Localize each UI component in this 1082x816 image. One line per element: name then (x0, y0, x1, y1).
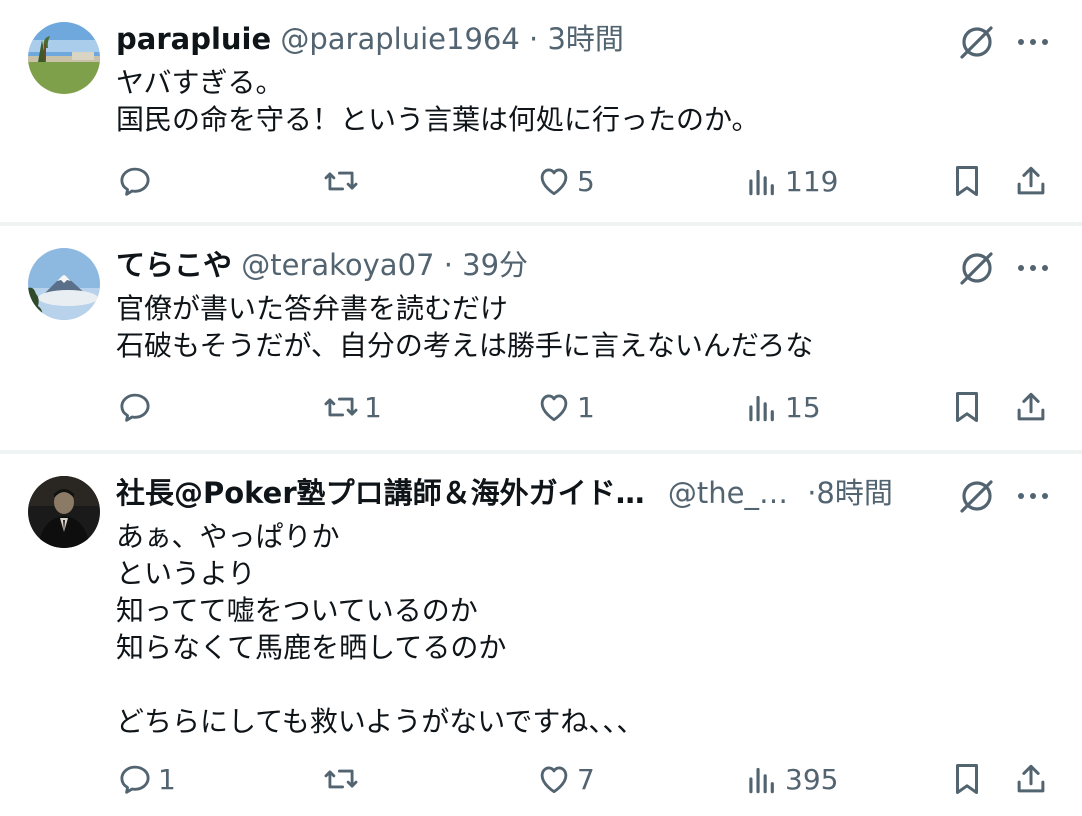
bookmark-button[interactable] (948, 385, 986, 429)
heart-icon (535, 388, 573, 426)
share-icon (1012, 760, 1050, 798)
like-button[interactable]: 7 (535, 757, 595, 801)
reply-button[interactable] (116, 159, 158, 203)
timestamp[interactable]: 3時間 (547, 22, 623, 56)
tweet[interactable]: parapluie @parapluie1964 · 3時間 ヤバすぎる。 国民… (0, 0, 1082, 222)
retweet-icon (322, 760, 360, 798)
action-bar: 5 119 (0, 159, 1082, 203)
share-icon (1012, 388, 1050, 426)
like-count: 5 (577, 164, 595, 198)
share-button[interactable] (1012, 159, 1050, 203)
reply-icon (116, 760, 154, 798)
action-bar: 1 1 15 (0, 385, 1082, 429)
bookmark-button[interactable] (948, 159, 986, 203)
tweet-line: というより (116, 557, 256, 590)
tweet-line: 官僚が書いた答弁書を読むだけ (116, 292, 509, 325)
more-icon[interactable] (1015, 24, 1051, 60)
tweet-line (116, 666, 644, 703)
views-button[interactable]: 395 (743, 757, 838, 801)
avatar[interactable] (28, 476, 100, 548)
reply-icon (116, 162, 154, 200)
separator-dot: · (529, 22, 539, 56)
author-name[interactable]: 社長@Poker塾プロ講師＆海外ガイド… (116, 476, 645, 510)
avatar[interactable] (28, 22, 100, 94)
more-icon[interactable] (1015, 250, 1051, 286)
grok-icon[interactable] (957, 248, 997, 288)
avatar[interactable] (28, 248, 100, 320)
grok-icon[interactable] (957, 476, 997, 516)
author-name[interactable]: parapluie (116, 22, 271, 56)
views-button[interactable]: 15 (743, 385, 821, 429)
more-icon[interactable] (1015, 478, 1051, 514)
views-icon (743, 388, 781, 426)
tweet-line: 知ってて嘘をついているのか (116, 594, 478, 627)
author-handle[interactable]: @the_… (668, 476, 788, 510)
bookmark-icon (948, 388, 986, 426)
timestamp[interactable]: 8時間 (816, 476, 892, 510)
reply-button[interactable] (116, 385, 158, 429)
author-name[interactable]: てらこや (116, 248, 232, 282)
grok-icon[interactable] (957, 22, 997, 62)
reply-icon (116, 388, 154, 426)
views-count: 15 (785, 390, 821, 424)
retweet-icon (322, 388, 360, 426)
heart-icon (535, 162, 573, 200)
share-icon (1012, 162, 1050, 200)
reply-button[interactable]: 1 (116, 757, 176, 801)
views-count: 395 (785, 762, 839, 796)
heart-icon (535, 760, 573, 798)
like-button[interactable]: 5 (535, 159, 595, 203)
like-button[interactable]: 1 (535, 385, 595, 429)
action-bar: 1 7 395 (0, 757, 1082, 801)
reply-count: 1 (158, 762, 176, 796)
retweet-icon (322, 162, 360, 200)
author-handle[interactable]: @terakoya07 (241, 248, 434, 282)
retweet-button[interactable] (322, 159, 364, 203)
retweet-button[interactable]: 1 (322, 385, 382, 429)
like-count: 1 (577, 390, 595, 424)
views-icon (743, 162, 781, 200)
tweet-line: 国民の命を守る！という言葉は何処に行ったのか。 (116, 103, 760, 136)
retweet-button[interactable] (322, 757, 364, 801)
tweet-line: ヤバすぎる。 (116, 66, 284, 99)
bookmark-icon (948, 760, 986, 798)
like-count: 7 (577, 762, 595, 796)
tweet-text: あぁ、やっぱりか というより 知ってて嘘をついているのか 知らなくて馬鹿を晒して… (116, 518, 644, 740)
share-button[interactable] (1012, 757, 1050, 801)
separator-dot: · (443, 248, 453, 282)
tweet-line: 知らなくて馬鹿を晒してるのか (116, 631, 507, 664)
tweet-line: どちらにしても救いようがないですね、、、 (116, 705, 645, 738)
share-button[interactable] (1012, 385, 1050, 429)
tweet-text: ヤバすぎる。 国民の命を守る！という言葉は何処に行ったのか。 (116, 64, 759, 138)
tweet-text: 官僚が書いた答弁書を読むだけ 石破もそうだが、自分の考えは勝手に言えないんだろな (116, 290, 813, 364)
tweet[interactable]: てらこや @terakoya07 · 39分 官僚が書いた答弁書を読むだけ 石破… (0, 226, 1082, 450)
tweet[interactable]: 社長@Poker塾プロ講師＆海外ガイド… @the_… ·8時間 あぁ、やっぱり… (0, 454, 1082, 816)
timestamp[interactable]: 39分 (462, 248, 528, 282)
tweet-line: あぁ、やっぱりか (116, 520, 340, 553)
bookmark-icon (948, 162, 986, 200)
retweet-count: 1 (364, 390, 382, 424)
views-button[interactable]: 119 (743, 159, 838, 203)
bookmark-button[interactable] (948, 757, 986, 801)
views-icon (743, 760, 781, 798)
tweet-line: 石破もそうだが、自分の考えは勝手に言えないんだろな (116, 329, 814, 362)
views-count: 119 (785, 164, 839, 198)
author-handle[interactable]: @parapluie1964 (280, 22, 519, 56)
